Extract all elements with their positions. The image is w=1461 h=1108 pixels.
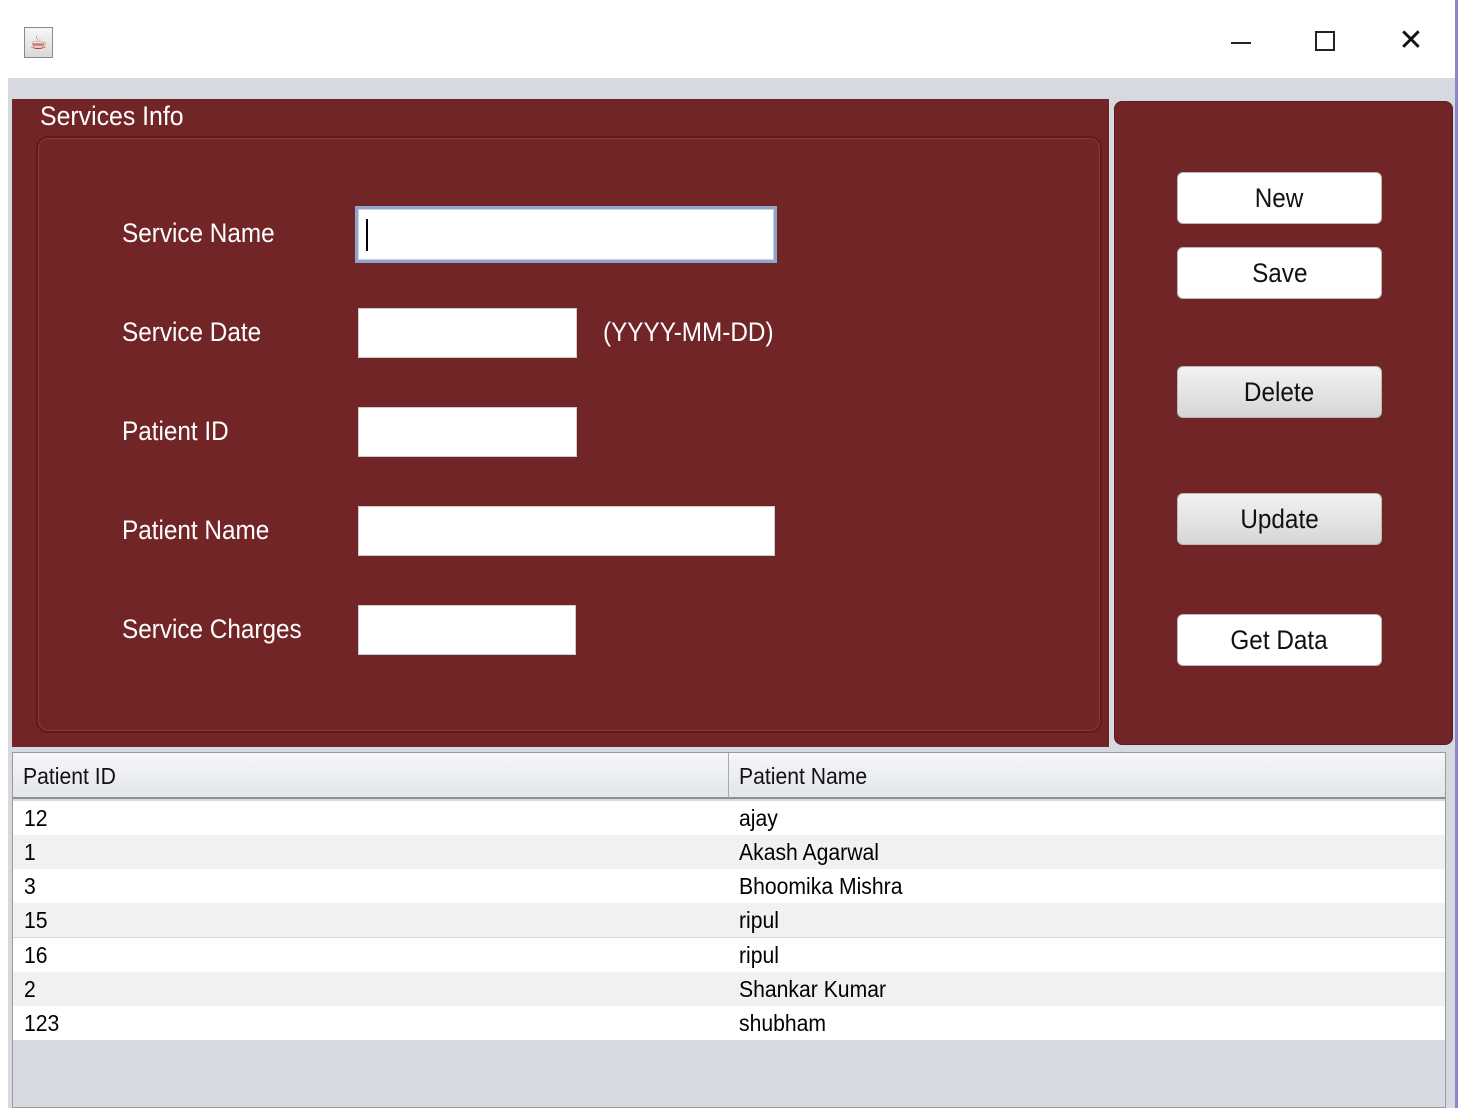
update-button[interactable]: Update (1177, 493, 1382, 545)
service-name-field[interactable] (355, 206, 777, 263)
cell-patient-id: 123 (24, 1010, 60, 1036)
service-name-label: Service Name (122, 218, 275, 248)
get-data-button[interactable]: Get Data (1177, 614, 1382, 666)
service-charges-label: Service Charges (122, 614, 302, 644)
cell-patient-name: Shankar Kumar (739, 976, 887, 1002)
new-button[interactable]: New (1177, 172, 1382, 224)
maximize-icon[interactable] (1302, 18, 1348, 64)
panel-title: Services Info (40, 101, 184, 131)
cell-patient-id: 16 (24, 942, 48, 968)
date-format-hint: (YYYY-MM-DD) (603, 317, 774, 347)
delete-button[interactable]: Delete (1177, 366, 1382, 418)
cell-patient-id: 1 (24, 839, 36, 865)
patient-id-label: Patient ID (122, 416, 229, 446)
window-edge (1455, 0, 1458, 1108)
patient-name-label: Patient Name (122, 515, 270, 545)
cell-patient-name: Akash Agarwal (739, 839, 879, 865)
table-row[interactable]: 15 ripul (13, 903, 1445, 937)
table-header (12, 752, 1446, 799)
table-row[interactable]: 3 Bhoomika Mishra (13, 869, 1445, 903)
patient-id-field[interactable] (358, 407, 577, 457)
cell-patient-name: ajay (739, 805, 778, 831)
cell-patient-id: 2 (24, 976, 36, 1002)
service-date-label: Service Date (122, 317, 262, 347)
title-bar: ☕ ✕ (0, 0, 1461, 78)
table-row[interactable]: 16 ripul (13, 938, 1445, 972)
cell-patient-id: 3 (24, 873, 36, 899)
column-header-patient-id[interactable]: Patient ID (23, 763, 116, 790)
java-coffee-icon: ☕ (24, 27, 53, 58)
cell-patient-name: ripul (739, 942, 779, 968)
cell-patient-name: shubham (739, 1010, 827, 1036)
table-row[interactable]: 12 ajay (13, 801, 1445, 835)
patient-name-field[interactable] (358, 506, 775, 556)
cell-patient-id: 15 (24, 907, 48, 933)
cell-patient-name: ripul (739, 907, 779, 933)
text-caret (366, 219, 368, 251)
table-row[interactable]: 1 Akash Agarwal (13, 835, 1445, 869)
service-date-field[interactable] (358, 308, 577, 358)
service-charges-field[interactable] (358, 605, 576, 655)
close-icon[interactable]: ✕ (1388, 18, 1434, 64)
cell-patient-id: 12 (24, 805, 48, 831)
table-row[interactable]: 123 shubham (13, 1006, 1445, 1040)
column-header-patient-name[interactable]: Patient Name (739, 763, 867, 790)
save-button[interactable]: Save (1177, 247, 1382, 299)
cell-patient-name: Bhoomika Mishra (739, 873, 903, 899)
table-row[interactable]: 2 Shankar Kumar (13, 972, 1445, 1006)
minimize-icon[interactable] (1218, 18, 1264, 64)
column-divider[interactable] (728, 753, 729, 798)
